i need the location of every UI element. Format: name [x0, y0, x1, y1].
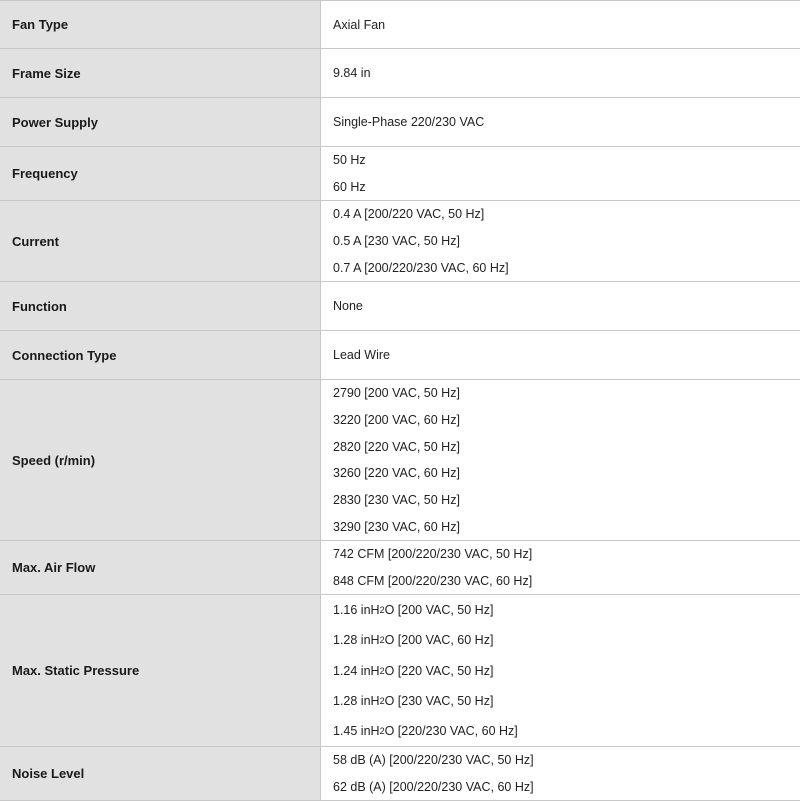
spec-value: None — [333, 299, 363, 313]
spec-value: 3220 [200 VAC, 60 Hz] — [333, 412, 460, 427]
spec-label: Frame Size — [0, 49, 321, 97]
spec-values: Single-Phase 220/230 VAC — [321, 98, 800, 146]
spec-row: Frequency 50 Hz 60 Hz — [0, 147, 800, 201]
spec-value: 1.28 inH 2 O [200 VAC, 60 Hz] — [333, 633, 494, 648]
spec-value-text: O [230 VAC, 50 Hz] — [384, 693, 494, 708]
spec-table: Fan Type Axial Fan Frame Size 9.84 in Power … — [0, 0, 800, 801]
spec-value: 1.24 inH 2 O [220 VAC, 50 Hz] — [333, 663, 494, 678]
spec-value: 0.5 A [230 VAC, 50 Hz] — [333, 234, 460, 248]
spec-values: 9.84 in — [321, 49, 800, 97]
spec-value-text: 1.16 inH — [333, 603, 380, 618]
spec-row: Speed (r/min) 2790 [200 VAC, 50 Hz] 3220 [… — [0, 380, 800, 541]
spec-value: 0.7 A [200/220/230 VAC, 60 Hz] — [333, 260, 509, 275]
spec-value: 848 CFM [200/220/230 VAC, 60 Hz] — [333, 573, 533, 588]
spec-value: 62 dB (A) [200/220/230 VAC, 60 Hz] — [333, 779, 534, 794]
spec-value-text: O [220/230 VAC, 60 Hz] — [384, 723, 518, 738]
spec-values: 742 CFM [200/220/230 VAC, 50 Hz] 848 CFM … — [321, 541, 800, 594]
spec-values: Lead Wire — [321, 331, 800, 379]
spec-label: Max. Air Flow — [0, 541, 321, 594]
spec-label: Speed (r/min) — [0, 380, 321, 540]
spec-values: 58 dB (A) [200/220/230 VAC, 50 Hz] 62 dB … — [321, 747, 800, 800]
spec-values: 0.4 A [200/220 VAC, 50 Hz] 0.5 A [230 VAC… — [321, 201, 800, 281]
spec-row: Fan Type Axial Fan — [0, 1, 800, 49]
spec-value: Axial Fan — [333, 17, 386, 32]
spec-value: 58 dB (A) [200/220/230 VAC, 50 Hz] — [333, 753, 534, 768]
spec-value-text: 1.28 inH — [333, 633, 380, 648]
spec-value: 50 Hz — [333, 153, 366, 168]
spec-value: 742 CFM [200/220/230 VAC, 50 Hz] — [333, 547, 533, 562]
spec-values: 50 Hz 60 Hz — [321, 147, 800, 200]
spec-value: 0.4 A [200/220 VAC, 50 Hz] — [333, 207, 485, 222]
spec-row: Max. Static Pressure 1.16 inH 2 O [200 VAC,… — [0, 595, 800, 747]
spec-label: Noise Level — [0, 747, 321, 800]
spec-value: 1.16 inH 2 O [200 VAC, 50 Hz] — [333, 603, 494, 618]
spec-label: Connection Type — [0, 331, 321, 379]
spec-value-text: 1.45 inH — [333, 723, 380, 738]
spec-label: Power Supply — [0, 98, 321, 146]
spec-value-text: 1.28 inH — [333, 693, 380, 708]
spec-value-text: O [220 VAC, 50 Hz] — [384, 663, 494, 678]
spec-value: 1.28 inH 2 O [230 VAC, 50 Hz] — [333, 693, 494, 708]
spec-value: 2830 [230 VAC, 50 Hz] — [333, 493, 460, 507]
spec-value: 3290 [230 VAC, 60 Hz] — [333, 519, 460, 534]
spec-values: 2790 [200 VAC, 50 Hz] 3220 [200 VAC, 60 H… — [321, 380, 800, 540]
spec-value-text: O [200 VAC, 60 Hz] — [384, 633, 494, 648]
spec-label: Max. Static Pressure — [0, 595, 321, 746]
spec-row: Frame Size 9.84 in — [0, 49, 800, 98]
spec-value: Single-Phase 220/230 VAC — [333, 115, 485, 129]
spec-value: 60 Hz — [333, 179, 366, 194]
spec-value-text: 1.24 inH — [333, 663, 380, 678]
spec-label: Frequency — [0, 147, 321, 200]
spec-value: 1.45 inH 2 O [220/230 VAC, 60 Hz] — [333, 723, 518, 738]
spec-label: Fan Type — [0, 1, 321, 48]
spec-row: Current 0.4 A [200/220 VAC, 50 Hz] 0.5 A [… — [0, 201, 800, 282]
spec-row: Max. Air Flow 742 CFM [200/220/230 VAC, 5… — [0, 541, 800, 595]
spec-value: Lead Wire — [333, 348, 390, 362]
spec-row: Noise Level 58 dB (A) [200/220/230 VAC, 5… — [0, 747, 800, 801]
spec-label: Function — [0, 282, 321, 330]
spec-values: 1.16 inH 2 O [200 VAC, 50 Hz] 1.28 inH 2 O [2… — [321, 595, 800, 746]
spec-value: 9.84 in — [333, 66, 371, 80]
spec-row: Function None — [0, 282, 800, 331]
spec-label: Current — [0, 201, 321, 281]
spec-values: Axial Fan — [321, 1, 800, 48]
spec-row: Connection Type Lead Wire — [0, 331, 800, 380]
spec-value: 2820 [220 VAC, 50 Hz] — [333, 439, 460, 454]
spec-values: None — [321, 282, 800, 330]
spec-value-text: O [200 VAC, 50 Hz] — [384, 603, 494, 618]
spec-value: 3260 [220 VAC, 60 Hz] — [333, 466, 460, 481]
spec-value: 2790 [200 VAC, 50 Hz] — [333, 386, 460, 401]
spec-row: Power Supply Single-Phase 220/230 VAC — [0, 98, 800, 147]
